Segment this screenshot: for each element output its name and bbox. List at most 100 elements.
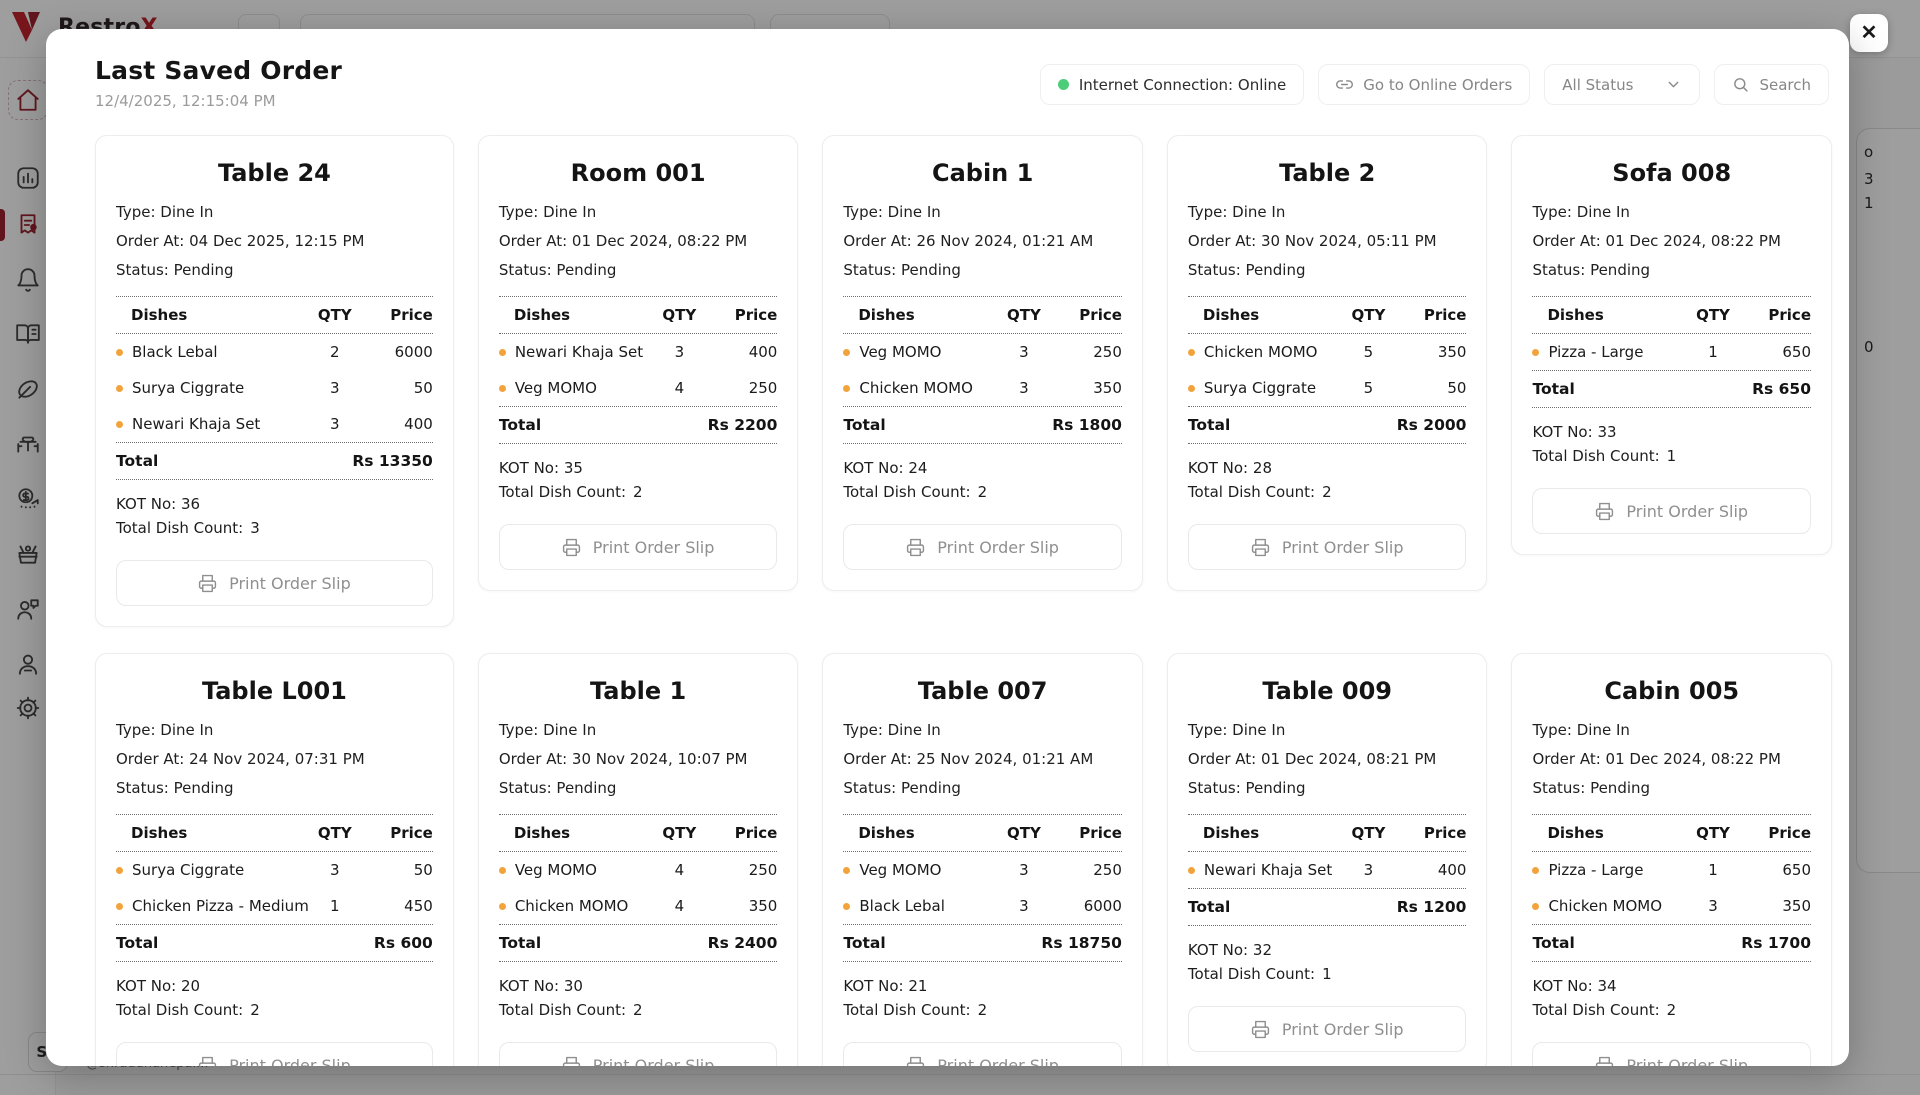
go-to-online-orders-button[interactable]: Go to Online Orders	[1318, 64, 1530, 105]
print-order-slip-button[interactable]: Print Order Slip	[843, 524, 1122, 570]
order-status: Status: Pending	[1188, 261, 1467, 279]
dish-bullet-icon	[843, 903, 850, 910]
print-order-slip-button[interactable]: Print Order Slip	[116, 1042, 433, 1066]
kot-block: KOT No: 36 Total Dish Count:3	[116, 492, 433, 540]
dish-price: 400	[361, 415, 433, 433]
printer-icon	[562, 538, 581, 557]
total-value: Rs 650	[1752, 380, 1811, 398]
dish-name: Newari Khaja Set	[515, 343, 643, 361]
dish-bullet-icon	[1188, 385, 1195, 392]
dish-price: 250	[1050, 343, 1122, 361]
dish-table: Dishes QTY Price Veg MOMO 4 250 Chicken …	[499, 814, 778, 962]
print-order-slip-button[interactable]: Print Order Slip	[499, 1042, 778, 1066]
order-type: Type: Dine In	[843, 721, 1122, 739]
dish-count: Total Dish Count:3	[116, 516, 433, 540]
print-order-slip-button[interactable]: Print Order Slip	[1532, 488, 1811, 534]
order-card: Table 24 Type: Dine In Order At: 04 Dec …	[95, 135, 454, 627]
dish-name: Newari Khaja Set	[1204, 861, 1332, 879]
dish-qty: 5	[1342, 379, 1394, 397]
price-column-header: Price	[705, 306, 777, 324]
dishes-column-header: Dishes	[499, 306, 654, 324]
order-status: Status: Pending	[499, 779, 778, 797]
status-filter-dropdown[interactable]: All Status	[1544, 64, 1700, 105]
total-label: Total	[843, 934, 885, 952]
dish-count: Total Dish Count:2	[1188, 480, 1467, 504]
order-type: Type: Dine In	[116, 721, 433, 739]
dish-count: Total Dish Count:2	[499, 480, 778, 504]
price-column-header: Price	[1394, 824, 1466, 842]
printer-icon	[198, 1056, 217, 1067]
dish-name: Chicken Pizza - Medium	[132, 897, 309, 915]
dish-price: 450	[361, 897, 433, 915]
dish-count: Total Dish Count:2	[843, 998, 1122, 1022]
dish-name: Pizza - Large	[1548, 861, 1643, 879]
dish-row: Chicken MOMO 3 350	[1532, 888, 1811, 924]
dish-bullet-icon	[116, 349, 123, 356]
price-column-header: Price	[1739, 824, 1811, 842]
dish-name: Veg MOMO	[859, 343, 941, 361]
dish-row: Pizza - Large 1 650	[1532, 852, 1811, 888]
order-total-row: Total Rs 2000	[1188, 406, 1467, 444]
order-time: Order At: 26 Nov 2024, 01:21 AM	[843, 232, 1122, 250]
dish-price: 250	[705, 861, 777, 879]
dish-price: 250	[1050, 861, 1122, 879]
order-card-title: Table L001	[116, 677, 433, 705]
dish-table: Dishes QTY Price Veg MOMO 3 250 Chicken …	[843, 296, 1122, 444]
dish-row: Veg MOMO 3 250	[843, 334, 1122, 370]
search-button[interactable]: Search	[1714, 64, 1829, 105]
dish-price: 50	[361, 861, 433, 879]
dishes-column-header: Dishes	[116, 306, 309, 324]
order-status: Status: Pending	[499, 261, 778, 279]
kot-number: KOT No: 24	[843, 456, 1122, 480]
print-order-slip-button[interactable]: Print Order Slip	[1188, 1006, 1467, 1052]
dish-qty: 3	[309, 415, 361, 433]
print-order-slip-button[interactable]: Print Order Slip	[499, 524, 778, 570]
order-status: Status: Pending	[1532, 779, 1811, 797]
print-order-slip-button[interactable]: Print Order Slip	[1532, 1042, 1811, 1066]
modal-title-block: Last Saved Order 12/4/2025, 12:15:04 PM	[95, 56, 342, 110]
print-order-slip-button[interactable]: Print Order Slip	[843, 1042, 1122, 1066]
dish-price: 350	[1394, 343, 1466, 361]
dish-price: 350	[1739, 897, 1811, 915]
order-card-title: Cabin 1	[843, 159, 1122, 187]
qty-column-header: QTY	[998, 306, 1050, 324]
kot-number: KOT No: 36	[116, 492, 433, 516]
dish-table: Dishes QTY Price Surya Ciggrate 3 50 Chi…	[116, 814, 433, 962]
order-total-row: Total Rs 600	[116, 924, 433, 962]
order-card: Cabin 005 Type: Dine In Order At: 01 Dec…	[1511, 653, 1832, 1066]
modal-header: Last Saved Order 12/4/2025, 12:15:04 PM …	[46, 29, 1849, 110]
dish-qty: 1	[1687, 343, 1739, 361]
dishes-column-header: Dishes	[843, 306, 998, 324]
dish-bullet-icon	[499, 903, 506, 910]
qty-column-header: QTY	[998, 824, 1050, 842]
dish-table: Dishes QTY Price Pizza - Large 1 650 Tot…	[1532, 296, 1811, 408]
dish-row: Newari Khaja Set 3 400	[116, 406, 433, 442]
dish-bullet-icon	[116, 421, 123, 428]
order-time: Order At: 04 Dec 2025, 12:15 PM	[116, 232, 433, 250]
total-value: Rs 1200	[1397, 898, 1467, 916]
price-column-header: Price	[361, 306, 433, 324]
close-icon[interactable]: ✕	[1850, 14, 1888, 52]
order-cards-grid: Table 24 Type: Dine In Order At: 04 Dec …	[46, 110, 1849, 1066]
dish-row: Surya Ciggrate 5 50	[1188, 370, 1467, 406]
dish-table-header: Dishes QTY Price	[843, 297, 1122, 334]
order-type: Type: Dine In	[1188, 203, 1467, 221]
print-order-slip-button[interactable]: Print Order Slip	[1188, 524, 1467, 570]
dish-bullet-icon	[1188, 867, 1195, 874]
printer-icon	[1595, 1056, 1614, 1067]
total-value: Rs 2000	[1397, 416, 1467, 434]
order-card: Cabin 1 Type: Dine In Order At: 26 Nov 2…	[822, 135, 1143, 591]
dish-price: 400	[1394, 861, 1466, 879]
search-icon	[1732, 76, 1749, 93]
dish-table: Dishes QTY Price Newari Khaja Set 3 400 …	[1188, 814, 1467, 926]
order-status: Status: Pending	[1532, 261, 1811, 279]
modal-actions: Internet Connection: Online Go to Online…	[1040, 64, 1829, 105]
dish-table: Dishes QTY Price Veg MOMO 3 250 Black Le…	[843, 814, 1122, 962]
kot-number: KOT No: 21	[843, 974, 1122, 998]
dish-name: Chicken MOMO	[1548, 897, 1662, 915]
dish-qty: 3	[998, 897, 1050, 915]
order-status: Status: Pending	[1188, 779, 1467, 797]
dish-bullet-icon	[116, 903, 123, 910]
print-order-slip-button[interactable]: Print Order Slip	[116, 560, 433, 606]
dish-price: 400	[705, 343, 777, 361]
